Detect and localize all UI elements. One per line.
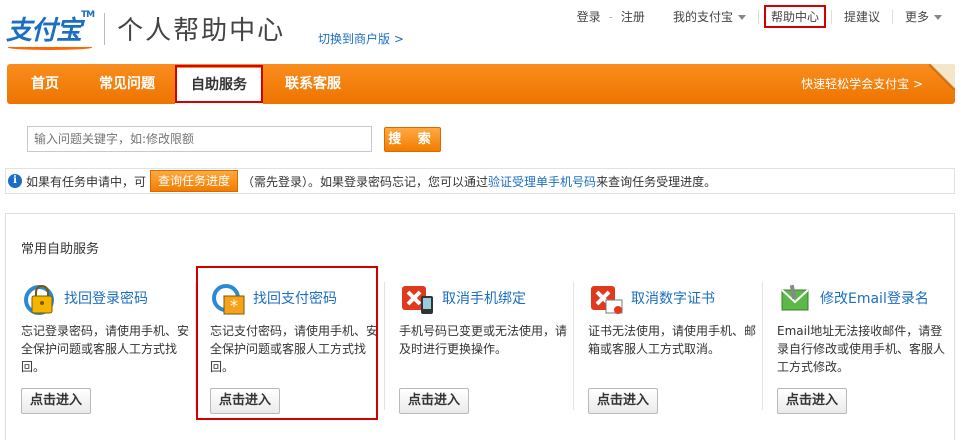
certificate-cancel-icon — [591, 286, 623, 314]
verify-phone-link[interactable]: 验证受理单手机号码 — [488, 173, 596, 190]
logo[interactable]: 支付宝TM 个人帮助中心 — [6, 10, 286, 50]
phone-cancel-icon — [402, 286, 433, 314]
page-curl-icon — [929, 64, 955, 90]
enter-button[interactable]: 点击进入 — [399, 388, 470, 414]
page-title: 个人帮助中心 — [117, 16, 286, 46]
service-card-certificate: 取消数字证书 证书无法使用，请使用手机、邮箱或客服人工方式取消。 点击进入 — [588, 284, 768, 434]
service-desc: 证书无法使用，请使用手机、邮箱或客服人工方式取消。 — [588, 324, 757, 356]
main-nav: 首页 常见问题 自助服务 联系客服 快速轻松学会支付宝 > — [7, 64, 955, 104]
service-name[interactable]: 取消手机绑定 — [442, 288, 526, 308]
enter-button[interactable]: 点击进入 — [588, 388, 659, 414]
chevron-down-icon — [934, 15, 942, 20]
panel-title: 常用自助服务 — [21, 242, 100, 257]
service-name[interactable]: 取消数字证书 — [631, 288, 715, 308]
service-name[interactable]: 修改Email登录名 — [820, 288, 929, 308]
chevron-down-icon — [737, 15, 746, 20]
suggest-link[interactable]: 提建议 — [840, 8, 884, 25]
register-link[interactable]: 注册 — [617, 8, 649, 25]
tab-contact[interactable]: 联系客服 — [273, 64, 353, 104]
switch-merchant-link[interactable]: 切换到商户版 > — [318, 30, 404, 47]
service-desc: 忘记登录密码，请使用手机、安全保护问题或客服人工方式找回。 — [21, 324, 190, 374]
tab-home[interactable]: 首页 — [17, 64, 73, 104]
tab-faq[interactable]: 常见问题 — [87, 64, 167, 104]
service-desc: 手机号码已变更或无法使用，请及时进行更换操作。 — [399, 324, 568, 356]
search-button[interactable]: 搜 索 — [384, 127, 441, 152]
enter-button[interactable]: 点击进入 — [21, 388, 92, 414]
self-service-panel: 常用自助服务 找回登录密码 忘记登录密码，请使用手机、安全保护问题或客服人工方式… — [5, 213, 955, 440]
highlight-box — [196, 266, 378, 420]
enter-button[interactable]: 点击进入 — [777, 388, 848, 414]
email-edit-icon — [781, 284, 809, 311]
service-name[interactable]: 找回登录密码 — [64, 288, 148, 308]
top-nav: 登录 - 注册 我的支付宝 帮助中心 提建议 更多 — [573, 5, 946, 28]
tab-self-service[interactable]: 自助服务 — [175, 65, 263, 104]
service-card-login-password: 找回登录密码 忘记登录密码，请使用手机、安全保护问题或客服人工方式找回。 点击进… — [21, 284, 201, 434]
login-link[interactable]: 登录 — [573, 8, 605, 25]
service-desc: Email地址无法接收邮件，请登录自行修改或使用手机、客服人工方式修改。 — [777, 324, 946, 374]
query-progress-button[interactable]: 查询任务进度 — [150, 170, 239, 192]
quick-learn-link[interactable]: 快速轻松学会支付宝 > — [801, 64, 923, 104]
service-card-phone-binding: 取消手机绑定 手机号码已变更或无法使用，请及时进行更换操作。 点击进入 — [399, 284, 579, 434]
service-card-email: 修改Email登录名 Email地址无法接收邮件，请登录自行修改或使用手机、客服… — [777, 284, 957, 434]
lock-refresh-icon — [24, 285, 54, 315]
page-header: 支付宝TM 个人帮助中心 切换到商户版 > 登录 - 注册 我的支付宝 帮助中心… — [0, 0, 964, 62]
info-icon: i — [8, 174, 22, 188]
alipay-logo: 支付宝TM — [6, 10, 95, 50]
info-bar: i 如果有任务申请中，可 查询任务进度 （需先登录）。如果登录密码忘记，您可以通… — [5, 168, 955, 194]
more-menu[interactable]: 更多 — [901, 8, 946, 25]
help-center-link[interactable]: 帮助中心 — [763, 5, 826, 28]
my-alipay-menu[interactable]: 我的支付宝 — [669, 8, 750, 25]
search-input[interactable] — [27, 126, 372, 152]
